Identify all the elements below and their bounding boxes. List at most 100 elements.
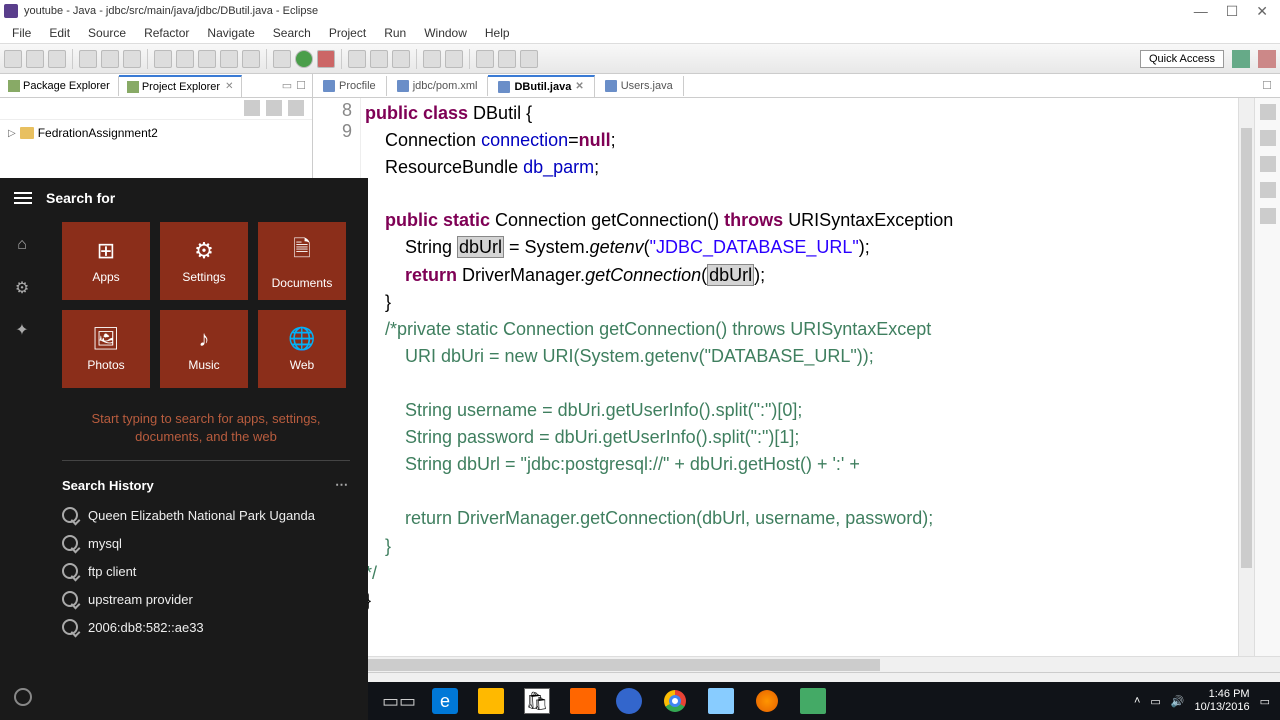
menu-help[interactable]: Help [477,24,518,42]
tab-project-explorer[interactable]: Project Explorer ✕ [119,75,243,97]
menu-source[interactable]: Source [80,24,134,42]
editor-tab-pom[interactable]: jdbc/pom.xml [387,76,489,96]
menu-search[interactable]: Search [265,24,319,42]
tile-photos[interactable]: 🖼Photos [62,310,150,388]
tile-apps[interactable]: ⊞Apps [62,222,150,300]
chrome-icon[interactable] [662,688,688,714]
menu-window[interactable]: Window [416,24,475,42]
horizontal-scrollbar[interactable]: ‹ [313,656,1280,672]
more-icon[interactable]: ⋯ [335,477,350,493]
link-editor-icon[interactable] [266,100,282,116]
toolbar: Quick Access [0,44,1280,74]
store-icon[interactable]: 🛍 [524,688,550,714]
maximize-editor[interactable]: ☐ [1254,79,1280,92]
tile-web[interactable]: 🌐Web [258,310,346,388]
app-icon[interactable] [800,688,826,714]
minimize-view[interactable]: ▭ [282,79,292,92]
menu-run[interactable]: Run [376,24,414,42]
tool-button[interactable] [220,50,238,68]
cortana-ring-icon[interactable] [14,688,32,706]
project-tree-item[interactable]: ▷ FedrationAssignment2 [8,124,304,142]
perspective-java[interactable] [1232,50,1250,68]
editor-tab-dbutil[interactable]: DButil.java✕ [488,75,594,97]
volume-icon[interactable]: 🔊 [1171,695,1185,708]
file-explorer-icon[interactable] [478,688,504,714]
notifications-icon[interactable]: ▭ [1260,695,1270,708]
close-icon[interactable]: ✕ [225,81,233,92]
history-item[interactable]: mysql [62,529,350,557]
outline-icon[interactable] [1260,104,1276,120]
new-button[interactable] [4,50,22,68]
home-icon[interactable]: ⌂ [13,236,31,254]
view-menu-icon[interactable] [288,100,304,116]
tool-button[interactable] [198,50,216,68]
run-button[interactable] [295,50,313,68]
tool-button[interactable] [370,50,388,68]
tool-button[interactable] [520,50,538,68]
menu-edit[interactable]: Edit [41,24,78,42]
app-icon[interactable] [570,688,596,714]
save-all-button[interactable] [48,50,66,68]
edge-icon[interactable]: e [432,688,458,714]
tool-button[interactable] [79,50,97,68]
history-item[interactable]: upstream provider [62,585,350,613]
menu-file[interactable]: File [4,24,39,42]
project-label: FedrationAssignment2 [38,126,158,140]
tile-music[interactable]: ♪Music [160,310,248,388]
tab-label: jdbc/pom.xml [413,80,478,92]
maximize-button[interactable]: ☐ [1226,3,1239,20]
clock[interactable]: 1:46 PM10/13/2016 [1195,688,1250,714]
tile-documents[interactable]: 🗎Documents [258,222,346,300]
tool-button[interactable] [392,50,410,68]
debug-button[interactable] [317,50,335,68]
gear-icon[interactable]: ⚙ [13,278,31,296]
tool-button[interactable] [423,50,441,68]
task-icon[interactable] [1260,130,1276,146]
tray-chevron-icon[interactable]: ˄ [1134,695,1140,707]
menu-navigate[interactable]: Navigate [199,24,262,42]
code-editor[interactable]: public class DButil { Connection connect… [361,98,1238,656]
app-icon[interactable] [708,688,734,714]
rail-icon[interactable] [1260,156,1276,172]
menu-project[interactable]: Project [321,24,374,42]
java-icon [498,81,510,93]
perspective-other[interactable] [1258,50,1276,68]
rail-icon[interactable] [1260,182,1276,198]
tab-label: Users.java [621,80,673,92]
maximize-view[interactable]: ☐ [296,79,306,92]
minimize-button[interactable]: — [1194,3,1208,20]
tool-button[interactable] [476,50,494,68]
history-item[interactable]: ftp client [62,557,350,585]
battery-icon[interactable]: ▭ [1150,695,1160,708]
close-button[interactable]: ✕ [1256,3,1268,20]
cortana-panel: Search for ⌂ ⚙ ✦ ⊞Apps ⚙Settings 🗎Docume… [0,178,368,720]
history-item[interactable]: Queen Elizabeth National Park Uganda [62,501,350,529]
tool-button[interactable] [348,50,366,68]
app-icon[interactable] [616,688,642,714]
tab-package-explorer[interactable]: Package Explorer [0,76,119,96]
tool-button[interactable] [498,50,516,68]
quick-access[interactable]: Quick Access [1140,50,1224,68]
rail-icon[interactable] [1260,208,1276,224]
tool-button[interactable] [123,50,141,68]
vertical-scrollbar[interactable] [1238,98,1254,656]
expand-icon[interactable]: ▷ [8,128,16,139]
close-icon[interactable]: ✕ [575,81,583,92]
menu-refactor[interactable]: Refactor [136,24,197,42]
task-view-icon[interactable]: ▭▭ [386,688,412,714]
save-button[interactable] [26,50,44,68]
feedback-icon[interactable]: ✦ [13,320,31,338]
editor-tab-users[interactable]: Users.java [595,76,684,96]
hamburger-icon[interactable] [14,192,32,204]
tool-button[interactable] [242,50,260,68]
collapse-all-icon[interactable] [244,100,260,116]
tool-button[interactable] [154,50,172,68]
history-item[interactable]: 2006:db8:582::ae33 [62,613,350,641]
tile-settings[interactable]: ⚙Settings [160,222,248,300]
tool-button[interactable] [176,50,194,68]
editor-tab-procfile[interactable]: Procfile [313,76,387,96]
tool-button[interactable] [445,50,463,68]
firefox-icon[interactable] [754,688,780,714]
tool-button[interactable] [101,50,119,68]
tool-button[interactable] [273,50,291,68]
